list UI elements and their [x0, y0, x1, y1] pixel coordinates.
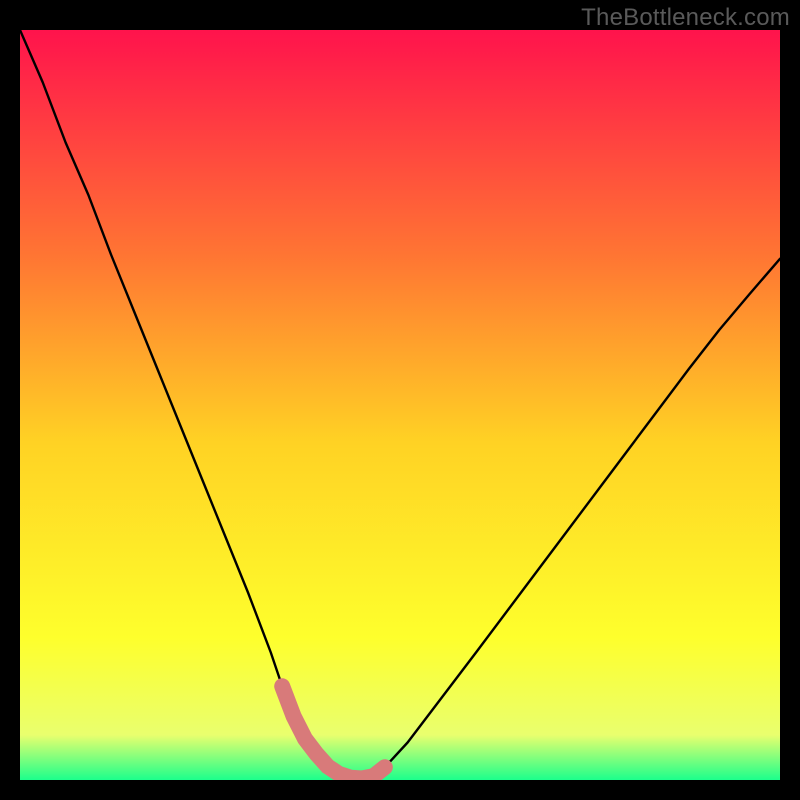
watermark-text: TheBottleneck.com: [581, 4, 790, 32]
chart-svg: [20, 30, 780, 780]
chart-background: [20, 30, 780, 780]
bottleneck-chart: [20, 30, 780, 780]
app-window: TheBottleneck.com: [0, 0, 800, 800]
